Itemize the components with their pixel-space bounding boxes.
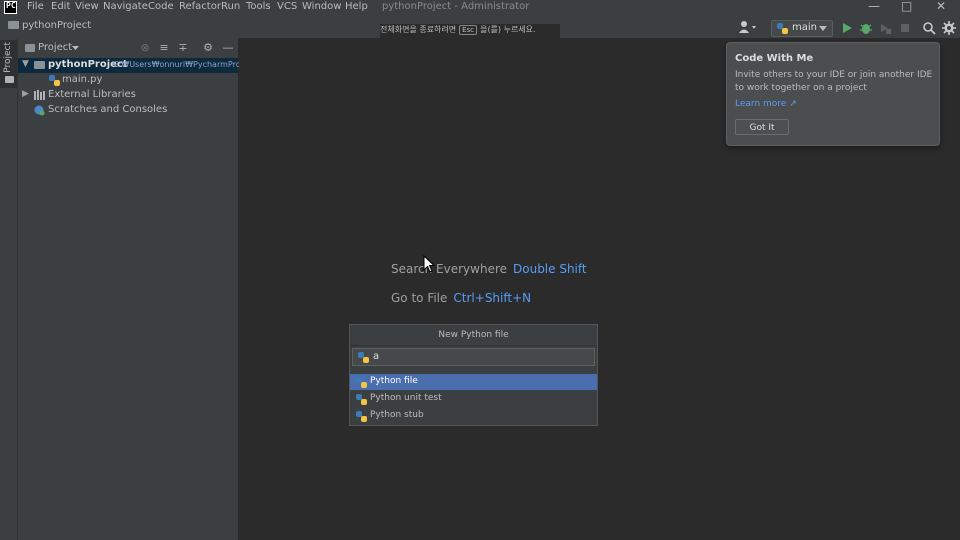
popup-option-python-file[interactable]: Python file xyxy=(350,374,597,390)
tree-item-main-py[interactable]: main.py xyxy=(18,73,238,88)
hint-label: Go to File xyxy=(391,291,448,305)
menu-edit[interactable]: Edit xyxy=(51,1,70,12)
menu-navigate[interactable]: Navigate xyxy=(103,1,148,12)
menu-run[interactable]: Run xyxy=(221,1,240,12)
python-file-icon xyxy=(49,75,60,86)
project-view-icon xyxy=(25,44,35,52)
hint-text-pre: 전체화면을 종료하려면 xyxy=(380,25,457,34)
esc-key-badge: Esc xyxy=(459,25,478,35)
project-root-path: C:₩Users₩onnuri₩PycharmPro xyxy=(113,60,241,69)
python-file-icon xyxy=(356,377,367,388)
project-tool-tab-label: Project xyxy=(3,42,13,73)
python-icon xyxy=(358,352,369,363)
menu-refactor[interactable]: Refactor xyxy=(179,1,221,12)
new-python-file-popup: New Python file a Python file Python uni… xyxy=(349,324,598,426)
code-with-me-tooltip: Code With Me Invite others to your IDE o… xyxy=(726,42,940,146)
hint-label: Search Everywhere xyxy=(391,262,507,276)
menu-window[interactable]: Window xyxy=(302,1,341,12)
tooltip-title: Code With Me xyxy=(735,53,814,64)
folder-icon xyxy=(5,76,14,83)
menu-code[interactable]: Code xyxy=(148,1,174,12)
python-file-icon xyxy=(356,411,367,422)
code-with-me-user-icon[interactable] xyxy=(738,20,758,34)
window-title: pythonProject - Administrator xyxy=(382,1,530,12)
file-name-input-value: a xyxy=(373,351,380,362)
hint-search-everywhere: Search Everywhere Double Shift xyxy=(391,262,587,276)
mouse-cursor-icon xyxy=(423,255,435,273)
got-it-button[interactable]: Got It xyxy=(735,119,789,135)
menu-file[interactable]: File xyxy=(27,1,44,12)
option-label: Python unit test xyxy=(370,393,442,403)
gear-icon[interactable]: ⚙ xyxy=(202,42,214,54)
chevron-down-icon[interactable]: ▼ xyxy=(22,59,29,69)
project-view-selector[interactable]: Project xyxy=(38,42,72,53)
tree-label: External Libraries xyxy=(48,89,136,100)
chevron-right-icon[interactable]: ▶ xyxy=(22,89,29,99)
learn-more-link[interactable]: Learn more ↗ xyxy=(735,99,797,109)
pycharm-logo-icon[interactable]: PC xyxy=(4,1,17,14)
popup-option-python-stub[interactable]: Python stub xyxy=(350,408,597,424)
menu-view[interactable]: View xyxy=(75,1,99,12)
folder-icon xyxy=(8,21,19,29)
chevron-down-icon xyxy=(819,26,827,31)
minimize-icon[interactable]: — xyxy=(868,0,880,13)
maximize-icon[interactable]: □ xyxy=(901,0,912,13)
run-config-label: main xyxy=(792,22,817,33)
menu-vcs[interactable]: VCS xyxy=(277,1,297,12)
stop-icon[interactable] xyxy=(898,21,912,35)
file-name: main.py xyxy=(62,74,103,85)
popup-title: New Python file xyxy=(350,325,597,346)
hide-panel-icon[interactable]: — xyxy=(222,42,234,54)
python-file-icon xyxy=(356,394,367,405)
hint-shortcut: Ctrl+Shift+N xyxy=(453,291,532,305)
menu-help[interactable]: Help xyxy=(345,1,368,12)
library-icon xyxy=(34,90,45,100)
chevron-down-icon[interactable] xyxy=(72,46,79,50)
breadcrumb-project[interactable]: pythonProject xyxy=(22,20,91,31)
expand-all-icon[interactable]: ≡ xyxy=(158,42,170,54)
collapse-all-icon[interactable]: ∓ xyxy=(177,42,189,54)
popup-option-python-unit-test[interactable]: Python unit test xyxy=(350,391,597,407)
scratches-icon xyxy=(34,105,45,116)
tree-label: Scratches and Consoles xyxy=(48,104,168,115)
search-icon[interactable] xyxy=(922,21,936,35)
debug-icon[interactable] xyxy=(859,21,873,35)
close-icon[interactable]: ✕ xyxy=(936,0,946,13)
fullscreen-exit-hint: 전체화면을 종료하려면 Esc 을(를) 누르세요. xyxy=(380,24,560,38)
tree-item-external-libraries[interactable]: ▶ External Libraries xyxy=(18,88,238,103)
menu-tools[interactable]: Tools xyxy=(246,1,271,12)
option-label: Python file xyxy=(370,376,418,386)
tree-item-project-root[interactable]: ▼ pythonProject C:₩Users₩onnuri₩PycharmP… xyxy=(18,58,241,73)
folder-icon xyxy=(34,61,45,69)
tool-window-stripe xyxy=(0,38,18,540)
close-circle-icon[interactable]: ⊗ xyxy=(139,42,151,54)
tooltip-body: Invite others to your IDE or join anothe… xyxy=(735,70,933,93)
coverage-icon[interactable] xyxy=(878,21,892,35)
option-label: Python stub xyxy=(370,410,424,420)
settings-gear-icon[interactable] xyxy=(942,21,956,35)
python-icon xyxy=(777,23,788,34)
tree-item-scratches[interactable]: Scratches and Consoles xyxy=(18,103,238,118)
run-icon[interactable] xyxy=(840,21,854,35)
hint-go-to-file: Go to File Ctrl+Shift+N xyxy=(391,291,531,305)
run-configuration-selector[interactable]: main xyxy=(771,20,833,37)
menu-bar: PC File Edit View Navigate Code Refactor… xyxy=(0,0,960,16)
file-name-input[interactable]: a xyxy=(352,348,595,366)
hint-shortcut: Double Shift xyxy=(513,262,587,276)
hint-text-post: 을(를) 누르세요. xyxy=(480,25,536,34)
